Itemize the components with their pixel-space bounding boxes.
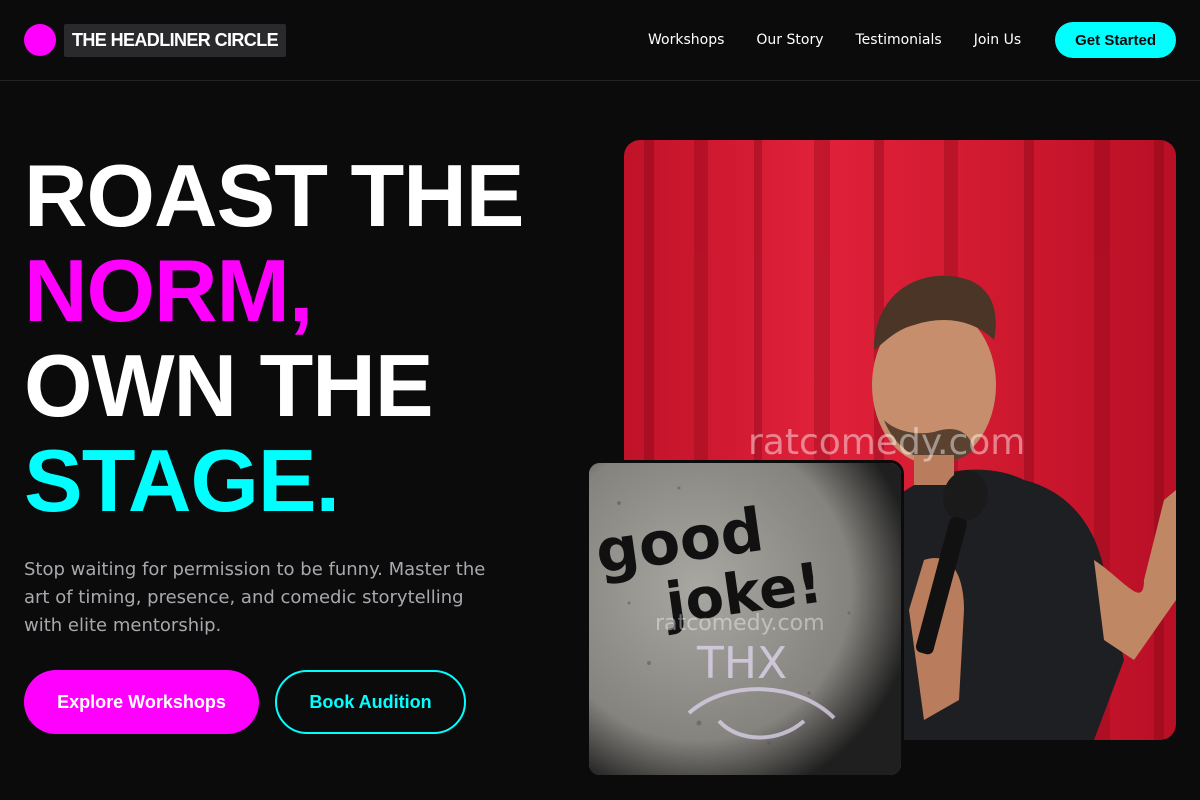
brand[interactable]: THE HEADLINER CIRCLE bbox=[24, 23, 287, 57]
graffiti-photo: good joke! THX ratcomedy.com bbox=[586, 460, 904, 778]
get-started-button[interactable]: Get Started bbox=[1055, 22, 1176, 58]
brand-logo-dot bbox=[24, 24, 56, 56]
top-navigation: THE HEADLINER CIRCLE Workshops Our Story… bbox=[0, 0, 1200, 81]
brand-name: THE HEADLINER CIRCLE bbox=[64, 23, 287, 57]
headline-line-3: OWN THE bbox=[24, 336, 434, 435]
nav-link-our-story[interactable]: Our Story bbox=[756, 32, 823, 48]
headline-line-1: ROAST THE bbox=[24, 146, 524, 245]
nav-link-join-us[interactable]: Join Us bbox=[974, 32, 1021, 48]
nav-link-workshops[interactable]: Workshops bbox=[648, 32, 724, 48]
headline-line-4: STAGE. bbox=[24, 431, 340, 530]
book-audition-button[interactable]: Book Audition bbox=[275, 670, 466, 734]
hero-subtitle: Stop waiting for permission to be funny.… bbox=[24, 559, 486, 636]
nav-link-testimonials[interactable]: Testimonials bbox=[856, 32, 942, 48]
graffiti-illustration: good joke! THX bbox=[589, 463, 901, 775]
graffiti-text-thx: THX bbox=[696, 638, 787, 689]
hero-headline: ROAST THE NORM, OWN THE STAGE. bbox=[24, 148, 584, 528]
explore-workshops-button[interactable]: Explore Workshops bbox=[24, 670, 259, 734]
headline-line-2: NORM, bbox=[24, 241, 313, 340]
nav-links: Workshops Our Story Testimonials Join Us… bbox=[648, 22, 1176, 58]
